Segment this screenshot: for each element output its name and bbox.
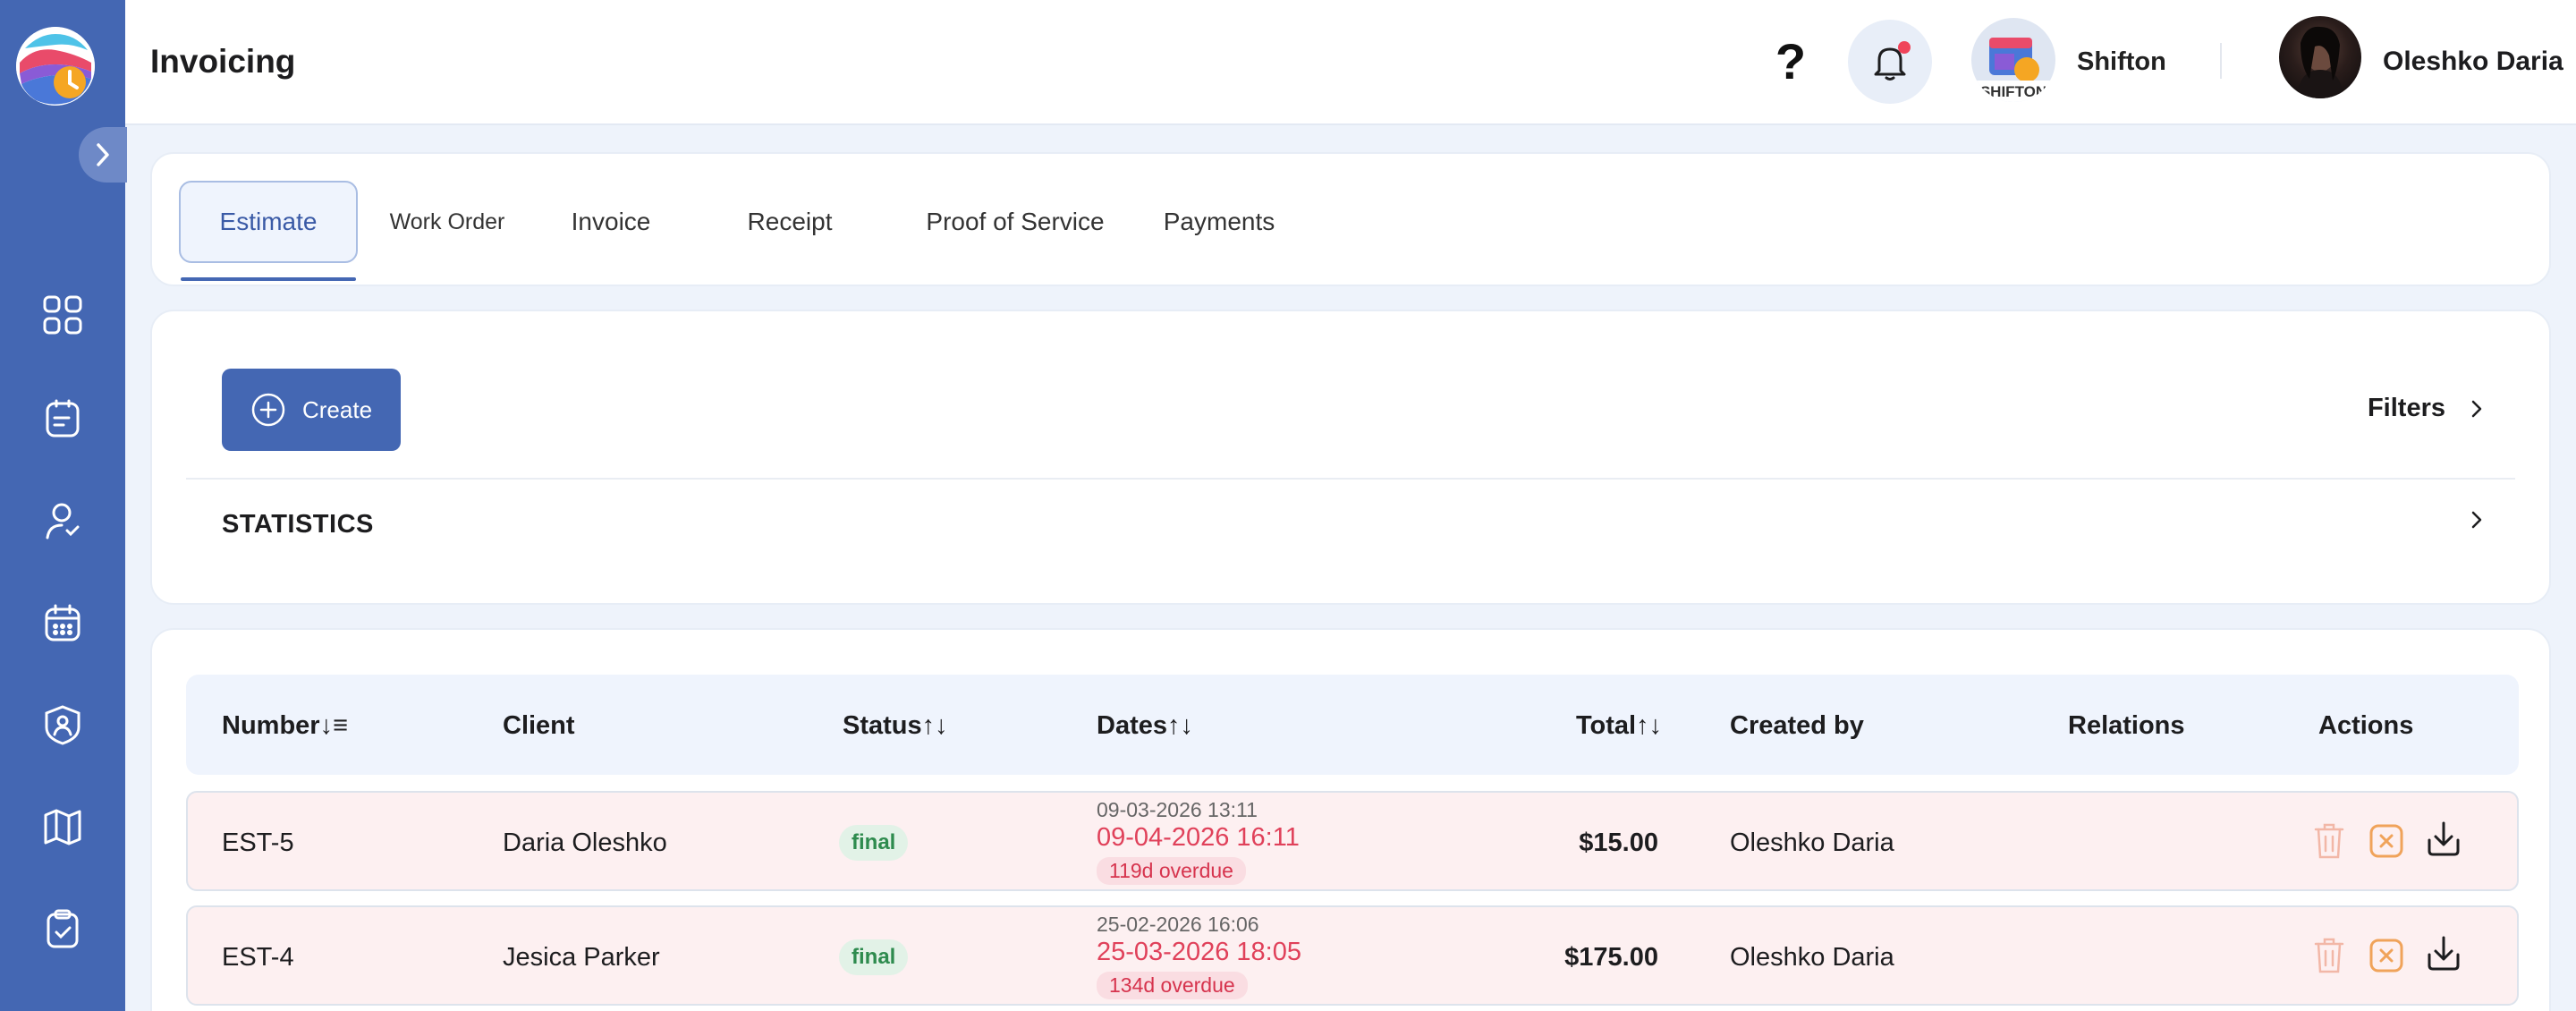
user-avatar[interactable] [2279, 16, 2361, 98]
overdue-badge: 134d overdue [1097, 972, 1248, 999]
column-created-by: Created by [1730, 711, 1864, 740]
row-created-date: 09-03-2026 13:11 [1097, 798, 1258, 821]
close-square-icon [2369, 939, 2403, 973]
row-created-by: Oleshko Daria [1730, 828, 1894, 857]
map-icon [44, 809, 81, 845]
sort-icon: ↑↓ [1167, 711, 1193, 740]
trash-icon [2314, 938, 2344, 973]
estimates-table-card: Number↓≡ Client Status↑↓ Dates↑↓ Total↑↓… [150, 628, 2551, 1011]
sort-icon: ↑↓ [921, 711, 948, 740]
tab-estimate[interactable]: Estimate [179, 181, 358, 263]
delete-button[interactable] [2309, 934, 2349, 977]
row-client: Jesica Parker [503, 943, 660, 972]
svg-text:SHIFTON: SHIFTON [1980, 83, 2046, 100]
filters-label: Filters [2367, 394, 2445, 422]
column-actions: Actions [2318, 711, 2414, 740]
sidebar-item-clients[interactable] [36, 494, 89, 548]
cancel-button[interactable] [2367, 820, 2406, 862]
row-due-date: 09-04-2026 16:11 [1097, 823, 1300, 852]
table-row[interactable]: EST-5 Daria Oleshko final 09-03-2026 13:… [186, 791, 2519, 891]
sidebar-item-map[interactable] [36, 800, 89, 854]
row-due-date: 25-03-2026 18:05 [1097, 938, 1301, 966]
clipboard-list-icon [46, 399, 80, 438]
sidebar-expand-button[interactable] [79, 127, 127, 183]
chevron-right-icon [2471, 511, 2482, 529]
download-icon [2428, 936, 2460, 971]
badge-user-icon [45, 705, 80, 745]
column-number-label: Number [222, 711, 320, 740]
column-dates[interactable]: Dates↑↓ [1097, 711, 1193, 741]
row-client: Daria Oleshko [503, 828, 667, 857]
row-number[interactable]: EST-5 [222, 828, 294, 858]
download-icon [2428, 821, 2460, 856]
calendar-icon [45, 604, 80, 641]
row-total: $15.00 [1579, 828, 1658, 857]
tab-proof-of-service[interactable]: Proof of Service [912, 181, 1118, 263]
help-icon[interactable]: ? [1764, 32, 1818, 89]
download-button[interactable] [2424, 932, 2463, 975]
tab-invoice[interactable]: Invoice [553, 181, 669, 263]
page-title: Invoicing [150, 43, 296, 80]
create-button-label: Create [302, 395, 373, 423]
dashboard-icon [43, 295, 82, 335]
filters-button[interactable]: Filters [2368, 394, 2483, 423]
app-logo[interactable] [16, 27, 95, 106]
row-created-date: 25-02-2026 16:06 [1097, 913, 1259, 936]
user-name[interactable]: Oleshko Daria [2383, 47, 2563, 77]
statistics-label: STATISTICS [222, 510, 374, 539]
chevron-right-icon [97, 143, 109, 166]
column-status-label: Status [843, 711, 922, 740]
create-button[interactable]: Create [222, 369, 401, 451]
document-tabs-card: Estimate Work Order Invoice Receipt Proo… [150, 152, 2551, 286]
sort-icon: ↑↓ [1636, 711, 1663, 740]
column-status[interactable]: Status↑↓ [843, 711, 948, 741]
column-total[interactable]: Total↑↓ [1576, 711, 1662, 741]
chevron-right-icon [2471, 400, 2482, 417]
sidebar [0, 0, 127, 1011]
sidebar-item-calendar[interactable] [36, 596, 89, 650]
column-dates-label: Dates [1097, 711, 1167, 740]
plus-circle-icon [251, 393, 285, 427]
header-divider [2220, 43, 2222, 79]
column-relations: Relations [2068, 711, 2185, 740]
sidebar-item-employees[interactable] [36, 698, 89, 752]
tab-payments[interactable]: Payments [1152, 181, 1286, 263]
overdue-badge: 119d overdue [1097, 857, 1246, 885]
row-total: $175.00 [1564, 943, 1658, 972]
row-created-by: Oleshko Daria [1730, 943, 1894, 972]
column-client: Client [503, 711, 575, 740]
column-number[interactable]: Number↓≡ [222, 711, 348, 741]
column-total-label: Total [1576, 711, 1637, 740]
toolbar-card: Create Filters STATISTICS [150, 310, 2551, 605]
top-header: Invoicing ? SHIFTON Shifton Oleshko Dari… [125, 0, 2576, 125]
sort-desc-icon: ↓≡ [319, 711, 348, 740]
user-refresh-icon [46, 503, 80, 539]
status-badge: final [839, 825, 909, 861]
row-number[interactable]: EST-4 [222, 943, 294, 973]
company-name[interactable]: Shifton [2077, 47, 2166, 77]
tab-work-order[interactable]: Work Order [376, 181, 519, 263]
tab-receipt[interactable]: Receipt [732, 181, 848, 263]
sidebar-item-dashboard[interactable] [36, 288, 89, 342]
table-row[interactable]: EST-4 Jesica Parker final 25-02-2026 16:… [186, 905, 2519, 1006]
company-logo[interactable]: SHIFTON [1971, 18, 2055, 102]
clipboard-check-icon [47, 909, 79, 948]
download-button[interactable] [2424, 818, 2463, 861]
active-tab-indicator [181, 277, 356, 281]
table-header: Number↓≡ Client Status↑↓ Dates↑↓ Total↑↓… [186, 675, 2519, 775]
trash-icon [2314, 823, 2344, 859]
delete-button[interactable] [2309, 820, 2349, 862]
notifications-button[interactable] [1848, 20, 1932, 104]
statistics-toggle[interactable]: STATISTICS [186, 480, 2515, 569]
sidebar-item-checklists[interactable] [36, 902, 89, 956]
close-square-icon [2369, 824, 2403, 858]
sidebar-item-tasks[interactable] [36, 392, 89, 446]
cancel-button[interactable] [2367, 934, 2406, 977]
notification-dot [1898, 41, 1911, 54]
status-badge: final [839, 939, 909, 975]
